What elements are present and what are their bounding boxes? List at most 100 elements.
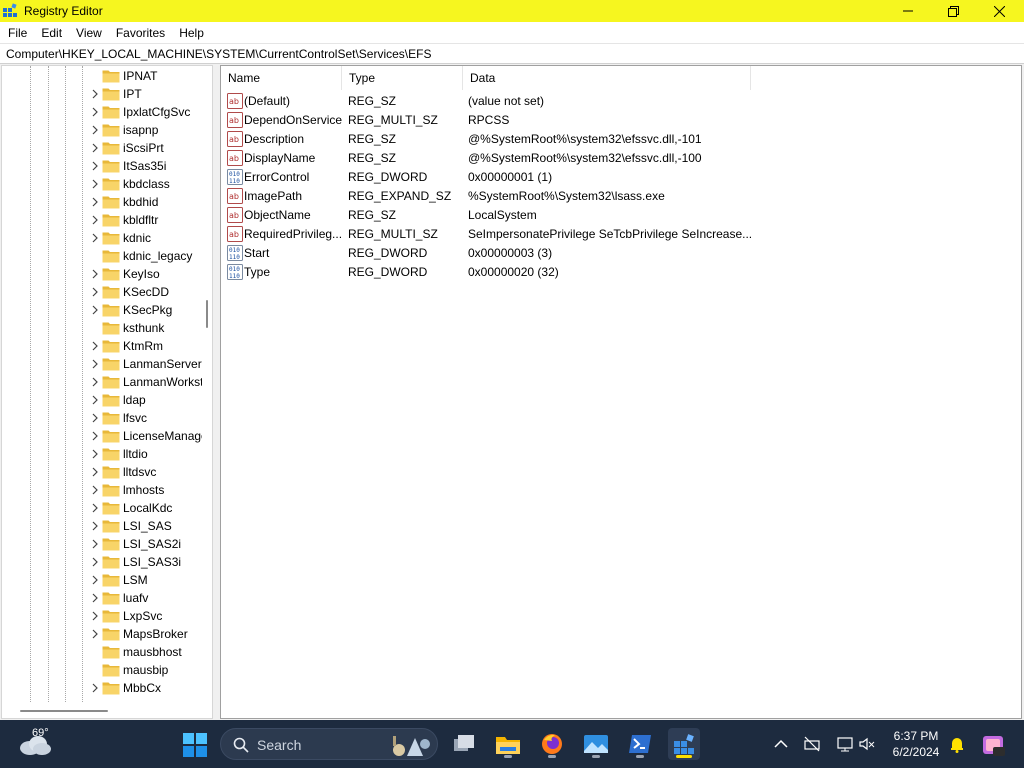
tree-item[interactable]: mausbip (2, 661, 198, 679)
value-row[interactable]: 010 110 Start REG_DWORD 0x00000003 (3) (221, 243, 1021, 262)
tree-item[interactable]: IPT (2, 85, 198, 103)
taskbar-search-box[interactable]: Search (220, 728, 438, 760)
tree-item[interactable]: KtmRm (2, 337, 198, 355)
tree-item[interactable]: kdnic_legacy (2, 247, 198, 265)
display-icon[interactable] (836, 735, 854, 753)
chevron-right-icon[interactable] (90, 449, 100, 459)
value-row[interactable]: ab Description REG_SZ @%SystemRoot%\system3… (221, 129, 1021, 148)
chevron-right-icon[interactable] (90, 413, 100, 423)
chevron-right-icon[interactable] (90, 485, 100, 495)
tree-item[interactable]: lltdsvc (2, 463, 198, 481)
tree-item[interactable]: KSecDD (2, 283, 198, 301)
key-tree[interactable]: IPNAT IPT IpxlatCfgSvc isapnp iScsiPrt ItSas3… (1, 65, 213, 719)
chevron-right-icon[interactable] (90, 161, 100, 171)
chevron-right-icon[interactable] (90, 89, 100, 99)
taskbar-clock[interactable]: 6:37 PM 6/2/2024 (880, 728, 952, 760)
value-row[interactable]: 010 110 ErrorControl REG_DWORD 0x00000001 (1… (221, 167, 1021, 186)
chevron-right-icon[interactable] (90, 539, 100, 549)
tree-item[interactable]: ItSas35i (2, 157, 198, 175)
column-header-data[interactable]: Data (463, 66, 751, 90)
tree-item[interactable]: luafv (2, 589, 198, 607)
close-button[interactable] (976, 0, 1022, 22)
chevron-right-icon[interactable] (90, 395, 100, 405)
values-list[interactable]: Name Type Data ab (Default) REG_SZ (value n… (220, 65, 1022, 719)
value-row[interactable]: ab DependOnService REG_MULTI_SZ RPCSS (221, 110, 1021, 129)
menu-view[interactable]: View (69, 26, 109, 40)
chevron-right-icon[interactable] (90, 197, 100, 207)
tree-item[interactable]: MapsBroker (2, 625, 198, 643)
tree-item[interactable]: LSI_SAS3i (2, 553, 198, 571)
tree-item[interactable]: LSM (2, 571, 198, 589)
chevron-up-icon[interactable] (772, 735, 790, 753)
tree-horizontal-scroll-thumb[interactable] (20, 710, 108, 712)
taskbar-task-view[interactable] (448, 728, 480, 760)
tree-item[interactable]: KSecPkg (2, 301, 198, 319)
chevron-right-icon[interactable] (90, 269, 100, 279)
network-disconnected-icon[interactable] (803, 735, 821, 753)
chevron-right-icon[interactable] (90, 557, 100, 567)
tree-item[interactable]: isapnp (2, 121, 198, 139)
column-header-name[interactable]: Name (221, 66, 342, 90)
tree-item[interactable]: MbbCx (2, 679, 198, 697)
column-header-type[interactable]: Type (342, 66, 463, 90)
menu-favorites[interactable]: Favorites (109, 26, 172, 40)
chevron-right-icon[interactable] (90, 179, 100, 189)
tree-item[interactable]: IPNAT (2, 67, 198, 85)
tree-item[interactable]: kbdhid (2, 193, 198, 211)
tree-item[interactable]: IpxlatCfgSvc (2, 103, 198, 121)
tree-item[interactable]: lltdio (2, 445, 198, 463)
chevron-right-icon[interactable] (90, 107, 100, 117)
tree-item[interactable]: LanmanWorkstation (2, 373, 212, 391)
tree-item[interactable]: mausbhost (2, 643, 198, 661)
chevron-right-icon[interactable] (90, 359, 100, 369)
chevron-right-icon[interactable] (90, 305, 100, 315)
taskbar-file-explorer[interactable] (492, 728, 524, 760)
tree-item[interactable]: KeyIso (2, 265, 198, 283)
tree-item[interactable]: LocalKdc (2, 499, 198, 517)
tree-item[interactable]: lmhosts (2, 481, 198, 499)
tree-item[interactable]: ldap (2, 391, 198, 409)
chevron-right-icon[interactable] (90, 521, 100, 531)
tree-item[interactable]: LxpSvc (2, 607, 198, 625)
tree-item[interactable]: kbdclass (2, 175, 198, 193)
chevron-right-icon[interactable] (90, 233, 100, 243)
taskbar-registry-editor[interactable] (668, 728, 700, 760)
menu-edit[interactable]: Edit (34, 26, 69, 40)
value-row[interactable]: ab (Default) REG_SZ (value not set) (221, 91, 1021, 110)
chevron-right-icon[interactable] (90, 287, 100, 297)
taskbar-powershell[interactable] (624, 728, 656, 760)
value-row[interactable]: 010 110 Type REG_DWORD 0x00000020 (32) (221, 262, 1021, 281)
chevron-right-icon[interactable] (90, 629, 100, 639)
tree-item[interactable]: iScsiPrt (2, 139, 198, 157)
chevron-right-icon[interactable] (90, 377, 100, 387)
tree-horizontal-scrollbar[interactable] (2, 704, 212, 718)
chevron-right-icon[interactable] (90, 431, 100, 441)
address-bar[interactable]: Computer\HKEY_LOCAL_MACHINE\SYSTEM\Curre… (0, 43, 1024, 64)
menu-file[interactable]: File (1, 26, 34, 40)
preview-build-badge-icon[interactable] (980, 732, 1006, 758)
chevron-right-icon[interactable] (90, 593, 100, 603)
tree-item[interactable]: kdnic (2, 229, 198, 247)
tree-item[interactable]: lfsvc (2, 409, 198, 427)
tree-item[interactable]: kbldfltr (2, 211, 198, 229)
maximize-button[interactable] (930, 0, 976, 22)
taskbar-photos[interactable] (580, 728, 612, 760)
volume-muted-icon[interactable] (858, 735, 876, 753)
minimize-button[interactable] (885, 0, 931, 22)
tree-vertical-scroll-thumb[interactable] (206, 300, 208, 328)
tree-item[interactable]: LSI_SAS2i (2, 535, 198, 553)
chevron-right-icon[interactable] (90, 143, 100, 153)
start-windows-icon[interactable] (182, 732, 208, 758)
chevron-right-icon[interactable] (90, 125, 100, 135)
chevron-right-icon[interactable] (90, 215, 100, 225)
value-row[interactable]: ab RequiredPrivileg... REG_MULTI_SZ SeImper… (221, 224, 1021, 243)
notification-bell-icon[interactable] (948, 735, 966, 753)
tree-vertical-scrollbar[interactable] (202, 66, 212, 704)
value-row[interactable]: ab DisplayName REG_SZ @%SystemRoot%\system3… (221, 148, 1021, 167)
chevron-right-icon[interactable] (90, 683, 100, 693)
value-row[interactable]: ab ObjectName REG_SZ LocalSystem (221, 205, 1021, 224)
taskbar-firefox[interactable] (536, 728, 568, 760)
chevron-right-icon[interactable] (90, 575, 100, 585)
tree-item[interactable]: ksthunk (2, 319, 198, 337)
chevron-right-icon[interactable] (90, 341, 100, 351)
